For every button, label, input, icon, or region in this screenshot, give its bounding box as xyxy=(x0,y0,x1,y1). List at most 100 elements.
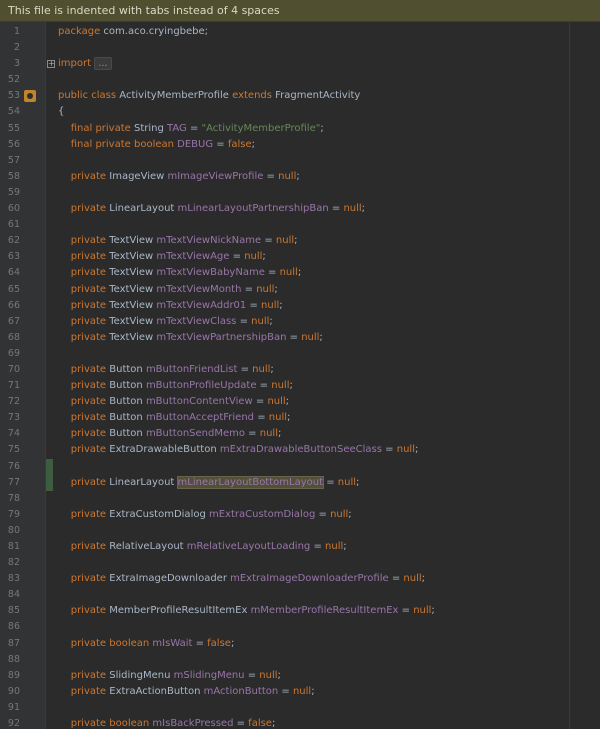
code-line[interactable]: 68 private TextView mTextViewPartnership… xyxy=(0,330,600,346)
code-token: ; xyxy=(277,428,282,440)
code-line[interactable]: 3 + import ... xyxy=(0,56,600,72)
code-line[interactable]: 74 private Button mButtonSendMemo = null… xyxy=(0,426,600,442)
code-lines[interactable]: 1 package com.aco.cryingbebe; 2 3 + import ..… xyxy=(0,24,600,729)
line-number: 77 xyxy=(7,476,20,488)
code-token: ; xyxy=(269,315,273,327)
line-number: 76 xyxy=(7,460,20,472)
code-line[interactable]: 85 private MemberProfileResultItemEx mMe… xyxy=(0,603,600,619)
code-token: = xyxy=(286,331,302,343)
code-token: private xyxy=(58,363,110,375)
code-token: ; xyxy=(343,541,347,552)
code-line[interactable]: 54 { xyxy=(0,104,600,120)
indentation-notice-banner: This file is indented with tabs instead … xyxy=(0,0,600,22)
code-line[interactable]: 73 private Button mButtonAcceptFriend = … xyxy=(0,410,600,426)
code-token: ; xyxy=(274,283,278,295)
code-line[interactable]: 86 xyxy=(0,619,600,635)
code-token: false xyxy=(248,718,272,729)
code-line[interactable]: 92 private boolean mIsBackPressed = fals… xyxy=(0,716,600,729)
code-token: ; xyxy=(230,637,235,649)
code-line[interactable]: 83 private ExtraImageDownloader mExtraIm… xyxy=(0,571,600,587)
code-token: mTextViewClass xyxy=(156,315,237,327)
line-number: 82 xyxy=(7,557,20,569)
code-line[interactable]: 70 private Button mButtonFriendList = nu… xyxy=(0,362,600,378)
code-token: ; xyxy=(311,685,315,697)
code-token: TextView xyxy=(109,331,157,343)
line-number: 56 xyxy=(7,138,20,150)
code-line[interactable]: 57 xyxy=(0,153,600,169)
code-line[interactable]: 66 private TextView mTextViewAddr01 = nu… xyxy=(0,298,600,314)
code-text: private LinearLayout mLinearLayoutBottom… xyxy=(58,475,359,491)
change-marker[interactable] xyxy=(46,458,53,475)
code-token: mExtraCustomDialog xyxy=(209,508,316,520)
code-token: = xyxy=(254,412,269,424)
code-line[interactable]: 52 xyxy=(0,72,600,88)
code-line[interactable]: 53 public class ActivityMemberProfile ext… xyxy=(0,88,600,104)
code-line[interactable]: 60 private LinearLayout mLinearLayoutPar… xyxy=(0,201,600,217)
code-token: = xyxy=(310,541,326,552)
line-number: 55 xyxy=(7,122,20,134)
code-token: MemberProfileResultItemEx xyxy=(109,605,251,617)
code-line[interactable]: 56 final private boolean DEBUG = false; xyxy=(0,137,600,153)
code-line[interactable]: 87 private boolean mIsWait = false; xyxy=(0,636,600,652)
override-marker-icon[interactable] xyxy=(24,90,36,103)
line-number: 57 xyxy=(7,154,20,166)
line-number: 65 xyxy=(7,283,20,295)
code-line[interactable]: 65 private TextView mTextViewMonth = nul… xyxy=(0,282,600,298)
code-token: = xyxy=(315,508,331,520)
code-line[interactable]: 1 package com.aco.cryingbebe; xyxy=(0,24,600,40)
code-line[interactable]: 81 private RelativeLayout mRelativeLayou… xyxy=(0,539,600,555)
code-line[interactable]: 64 private TextView mTextViewBabyName = … xyxy=(0,265,600,281)
change-marker[interactable] xyxy=(46,474,53,491)
code-line[interactable]: 89 private SlidingMenu mSlidingMenu = nu… xyxy=(0,668,600,684)
code-line[interactable]: 63 private TextView mTextViewAge = null; xyxy=(0,249,600,265)
code-token: = xyxy=(256,380,272,392)
line-number: 62 xyxy=(7,235,20,247)
code-editor[interactable]: 1 package com.aco.cryingbebe; 2 3 + import ..… xyxy=(0,22,600,729)
code-line[interactable]: 62 private TextView mTextViewNickName = … xyxy=(0,233,600,249)
line-number: 71 xyxy=(7,380,20,392)
code-text: private ExtraImageDownloader mExtraImage… xyxy=(58,571,425,587)
code-token: mLinearLayoutBottomLayout xyxy=(176,475,325,489)
code-token: = xyxy=(213,138,228,150)
line-number: 83 xyxy=(7,573,20,585)
code-line[interactable]: 75 private ExtraDrawableButton mExtraDra… xyxy=(0,442,600,458)
code-line[interactable]: 88 xyxy=(0,652,600,668)
code-token: = xyxy=(381,444,397,456)
code-line[interactable]: 71 private Button mButtonProfileUpdate =… xyxy=(0,378,600,394)
code-line[interactable]: 91 xyxy=(0,700,600,716)
code-token: = xyxy=(398,605,414,617)
code-line[interactable]: 76 xyxy=(0,458,600,475)
code-token: ; xyxy=(356,476,360,488)
code-token: FragmentActivity xyxy=(275,90,361,102)
code-line[interactable]: 67 private TextView mTextViewClass = nul… xyxy=(0,314,600,330)
code-token: = xyxy=(245,428,260,440)
code-line[interactable]: 72 private Button mButtonContentView = n… xyxy=(0,394,600,410)
code-token: private xyxy=(58,605,110,617)
code-token[interactable]: ... xyxy=(94,57,112,71)
fold-expand-icon[interactable]: + xyxy=(47,60,55,69)
code-line[interactable]: 58 private ImageView mImageViewProfile =… xyxy=(0,169,600,185)
code-token: mImageViewProfile xyxy=(167,170,264,182)
code-line[interactable]: 55 final private String TAG = "ActivityM… xyxy=(0,121,600,137)
code-line[interactable]: 77 private LinearLayout mLinearLayoutBot… xyxy=(0,474,600,491)
code-line[interactable]: 82 xyxy=(0,555,600,571)
code-line[interactable]: 78 xyxy=(0,491,600,507)
code-line[interactable]: 90 private ExtraActionButton mActionButt… xyxy=(0,684,600,700)
code-text: private Button mButtonSendMemo = null; xyxy=(58,426,282,442)
code-line[interactable]: 80 xyxy=(0,523,600,539)
code-token: mTextViewNickName xyxy=(156,235,262,247)
code-token: package xyxy=(58,26,104,37)
code-token: "ActivityMemberProfile" xyxy=(201,122,321,134)
code-line[interactable]: 69 xyxy=(0,346,600,362)
line-number: 58 xyxy=(7,170,20,182)
code-token: private xyxy=(58,251,110,263)
code-token: null xyxy=(259,669,278,681)
code-token: null xyxy=(279,267,298,279)
code-line[interactable]: 2 xyxy=(0,40,600,56)
code-token: = xyxy=(263,170,279,182)
code-line[interactable]: 59 xyxy=(0,185,600,201)
code-line[interactable]: 61 xyxy=(0,217,600,233)
code-line[interactable]: 79 private ExtraCustomDialog mExtraCusto… xyxy=(0,507,600,523)
code-line[interactable]: 84 xyxy=(0,587,600,603)
code-token: private xyxy=(58,170,110,182)
